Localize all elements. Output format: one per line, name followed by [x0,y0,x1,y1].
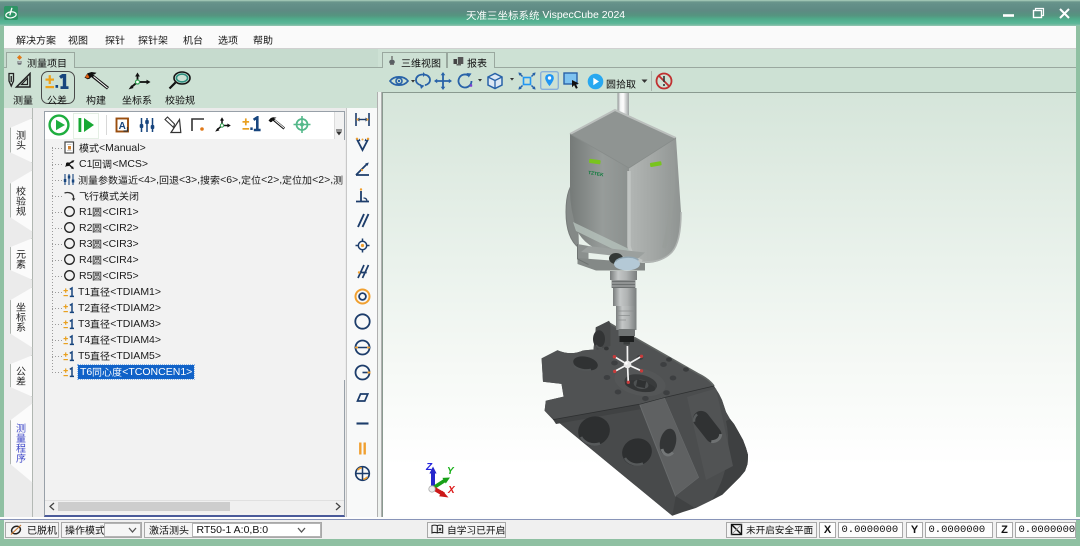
svg-text:X: X [447,485,456,496]
svg-text:A: A [119,121,126,132]
svg-text:Z: Z [425,462,433,473]
svg-text:Y: Y [447,466,455,477]
